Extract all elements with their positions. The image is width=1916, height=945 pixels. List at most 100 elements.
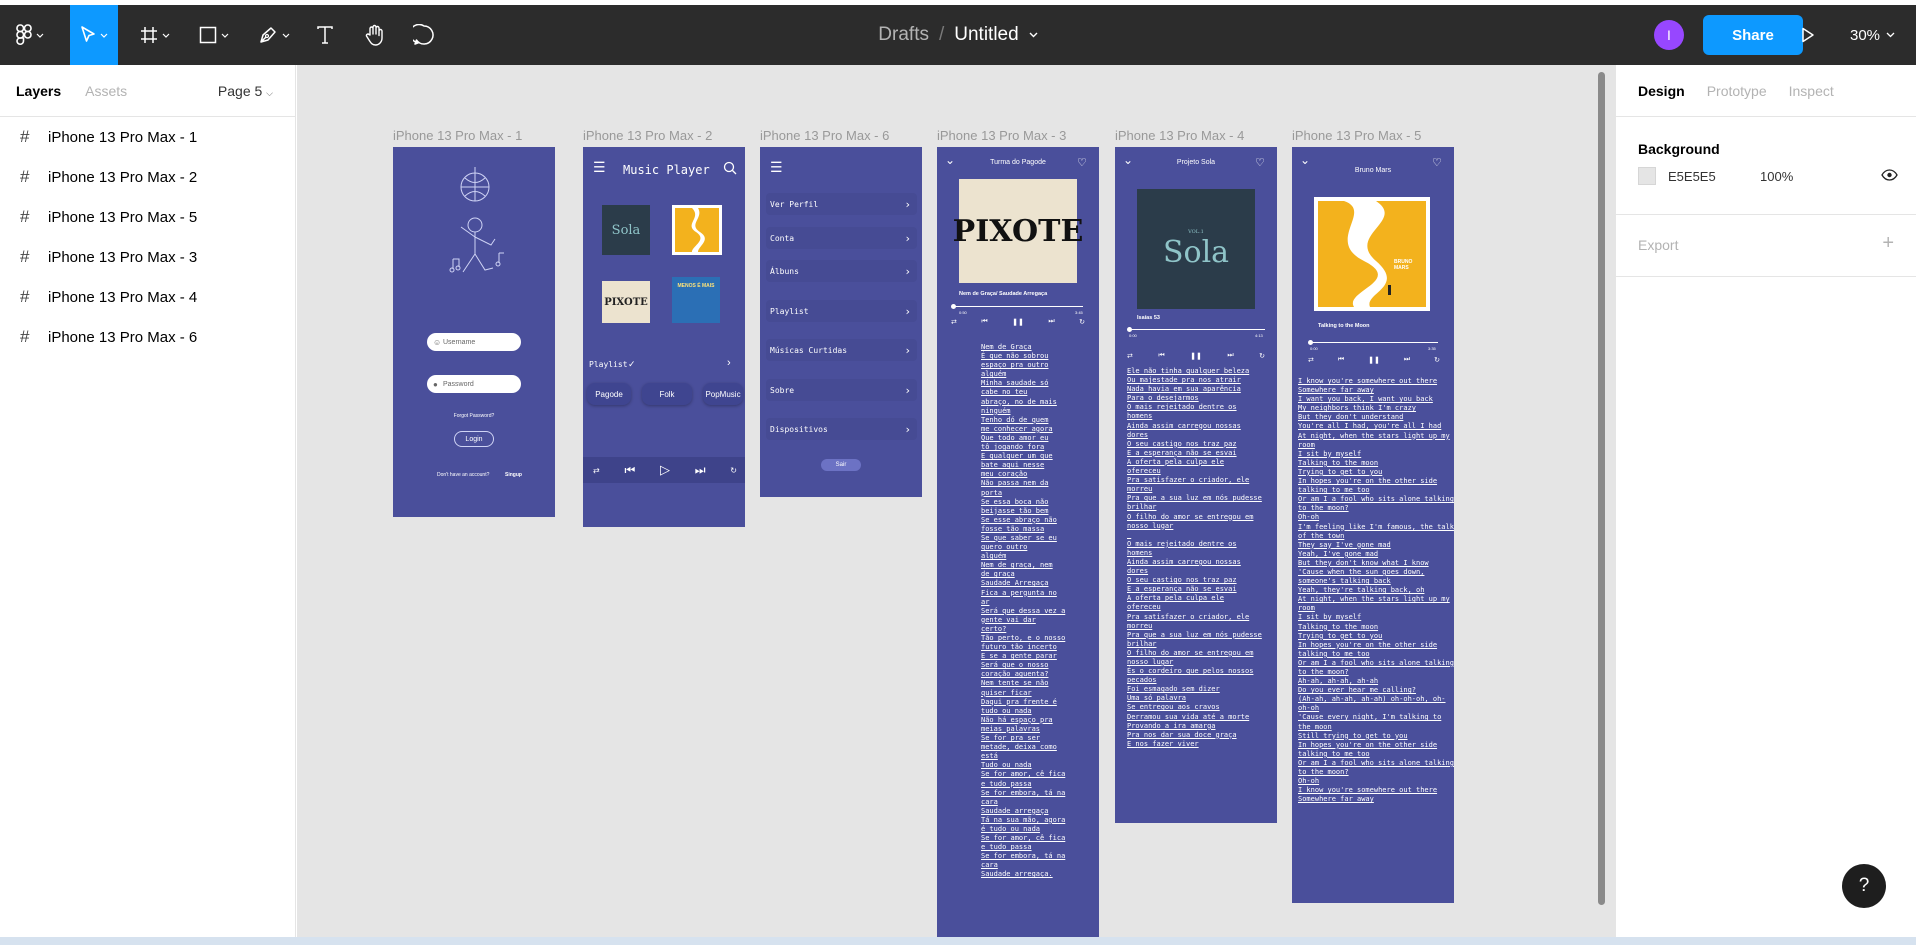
frame-player-pixote[interactable]: ⌄ Turma do Pagode ♡ PIXOTE Nem de Graça/… — [937, 147, 1099, 937]
chevron-down-icon[interactable] — [1029, 32, 1038, 38]
menu-item[interactable]: Álbuns › — [766, 260, 917, 282]
pause-icon[interactable]: ❚❚ — [1368, 356, 1380, 364]
figma-menu-icon[interactable] — [10, 5, 50, 65]
menu-item[interactable]: Playlist › — [766, 300, 917, 322]
frame-tool-button[interactable] — [134, 5, 176, 65]
frame-label[interactable]: iPhone 13 Pro Max - 1 — [393, 128, 522, 143]
next-icon[interactable]: ⏭ — [1048, 318, 1054, 326]
shuffle-icon[interactable]: ⇄ — [951, 318, 957, 326]
canvas[interactable]: iPhone 13 Pro Max - 1 ☺ Username ● Passw… — [297, 65, 1615, 937]
menu-item[interactable]: Ver Perfil › — [766, 193, 917, 215]
background-row[interactable]: E5E5E5 100% — [1638, 166, 1793, 186]
menu-item[interactable]: Dispositivos › — [766, 418, 917, 440]
background-hex[interactable]: E5E5E5 — [1668, 169, 1760, 184]
playlist-label[interactable]: Playlist — [589, 360, 628, 369]
search-icon[interactable] — [723, 161, 737, 175]
hand-tool-button[interactable] — [358, 5, 392, 65]
shuffle-icon[interactable]: ⇄ — [1127, 352, 1133, 360]
shuffle-icon[interactable]: ⇄ — [1308, 356, 1314, 364]
login-button[interactable]: Login — [454, 431, 494, 447]
background-opacity[interactable]: 100% — [1760, 169, 1793, 184]
chevron-right-icon[interactable]: › — [727, 357, 731, 369]
album-cover[interactable]: PIXOTE — [602, 281, 650, 323]
album-cover[interactable] — [672, 205, 722, 255]
layer-item[interactable]: # iPhone 13 Pro Max - 4 — [0, 277, 295, 317]
genre-chip[interactable]: PopMusic — [703, 383, 743, 405]
present-button[interactable] — [1795, 5, 1821, 65]
chevron-down-icon[interactable]: ⌄ — [1300, 153, 1310, 167]
heart-icon[interactable]: ♡ — [1432, 156, 1442, 169]
next-icon[interactable]: ⏭ — [695, 463, 706, 478]
text-tool-button[interactable] — [310, 5, 340, 65]
hamburger-icon[interactable]: ☰ — [770, 159, 783, 176]
play-icon[interactable]: ▷ — [660, 462, 670, 478]
genre-chip[interactable]: Folk — [642, 383, 692, 405]
tab-layers[interactable]: Layers — [16, 83, 61, 99]
previous-icon[interactable]: ⏮ — [1158, 352, 1164, 360]
exit-button[interactable]: Sair — [821, 459, 861, 471]
frame-player-bruno[interactable]: ⌄ Bruno Mars ♡ BRUNO MARS Talking to the… — [1292, 147, 1454, 903]
shuffle-icon[interactable]: ⇄ — [593, 466, 600, 475]
frame-label[interactable]: iPhone 13 Pro Max - 6 — [760, 128, 889, 143]
move-tool-button[interactable] — [70, 5, 118, 65]
add-export-icon[interactable]: + — [1882, 232, 1894, 255]
frame-menu[interactable]: ☰ Ver Perfil › Conta › Álbuns › Playlist › M… — [760, 147, 922, 497]
repeat-icon[interactable]: ↻ — [1079, 318, 1085, 326]
menu-item[interactable]: Conta › — [766, 227, 917, 249]
frame-player-sola[interactable]: ⌄ Projeto Sola ♡ VOL.1 Sola Isaías 53 0:… — [1115, 147, 1277, 823]
tab-inspect[interactable]: Inspect — [1789, 83, 1834, 99]
frame-login[interactable]: ☺ Username ● Password Forgot Password? L… — [393, 147, 555, 517]
layer-item[interactable]: # iPhone 13 Pro Max - 1 — [0, 117, 295, 157]
next-icon[interactable]: ⏭ — [1404, 356, 1410, 364]
share-button[interactable]: Share — [1703, 15, 1803, 55]
crumb-drafts[interactable]: Drafts — [878, 24, 929, 46]
tab-design[interactable]: Design — [1638, 83, 1685, 99]
pen-tool-button[interactable] — [252, 5, 296, 65]
help-button[interactable]: ? — [1842, 864, 1886, 908]
menu-item[interactable]: Músicas Curtidas › — [766, 339, 917, 361]
tab-assets[interactable]: Assets — [85, 83, 127, 99]
progress-bar[interactable] — [1129, 329, 1265, 330]
avatar[interactable]: I — [1654, 20, 1684, 50]
layer-item[interactable]: # iPhone 13 Pro Max - 2 — [0, 157, 295, 197]
layer-item[interactable]: # iPhone 13 Pro Max - 3 — [0, 237, 295, 277]
heart-icon[interactable]: ♡ — [1077, 156, 1087, 169]
comment-tool-button[interactable] — [408, 5, 440, 65]
frame-label[interactable]: iPhone 13 Pro Max - 4 — [1115, 128, 1244, 143]
pause-icon[interactable]: ❚❚ — [1012, 318, 1024, 326]
layer-item[interactable]: # iPhone 13 Pro Max - 5 — [0, 197, 295, 237]
hamburger-icon[interactable]: ☰ — [593, 159, 606, 176]
frame-label[interactable]: iPhone 13 Pro Max - 5 — [1292, 128, 1421, 143]
pause-icon[interactable]: ❚❚ — [1190, 352, 1202, 360]
layer-item[interactable]: # iPhone 13 Pro Max - 6 — [0, 317, 295, 357]
frame-home[interactable]: ☰ Music Player Sola PIXOTE MENOS É MAIS … — [583, 147, 745, 527]
previous-icon[interactable]: ⏮ — [1338, 356, 1344, 364]
username-input[interactable]: ☺ Username — [427, 333, 521, 351]
forgot-password-link[interactable]: Forgot Password? — [393, 413, 555, 419]
file-title[interactable]: Untitled — [954, 24, 1018, 46]
album-cover[interactable]: MENOS É MAIS — [672, 277, 720, 323]
album-cover[interactable]: Sola — [602, 205, 650, 255]
page-selector[interactable]: Page 5 ⌵ — [218, 83, 273, 99]
zoom-menu[interactable]: 30% — [1850, 5, 1895, 65]
color-swatch[interactable] — [1638, 167, 1656, 185]
previous-icon[interactable]: ⏮ — [624, 463, 635, 478]
frame-label[interactable]: iPhone 13 Pro Max - 3 — [937, 128, 1066, 143]
next-icon[interactable]: ⏭ — [1227, 352, 1233, 360]
frame-label[interactable]: iPhone 13 Pro Max - 2 — [583, 128, 712, 143]
shape-tool-button[interactable] — [192, 5, 236, 65]
progress-bar[interactable] — [1310, 342, 1438, 343]
previous-icon[interactable]: ⏮ — [981, 318, 987, 326]
repeat-icon[interactable]: ↻ — [1434, 356, 1440, 364]
genre-chip[interactable]: Pagode — [587, 383, 631, 405]
eye-icon[interactable] — [1881, 169, 1898, 181]
menu-item[interactable]: Sobre › — [766, 379, 917, 401]
tab-prototype[interactable]: Prototype — [1707, 83, 1767, 99]
repeat-icon[interactable]: ↻ — [1259, 352, 1265, 360]
heart-icon[interactable]: ♡ — [1255, 156, 1265, 169]
repeat-icon[interactable]: ↻ — [730, 466, 737, 475]
signup-link[interactable]: Singup — [505, 472, 522, 478]
progress-bar[interactable] — [953, 306, 1083, 307]
password-input[interactable]: ● Password — [427, 375, 521, 393]
canvas-scrollbar[interactable] — [1598, 72, 1605, 905]
